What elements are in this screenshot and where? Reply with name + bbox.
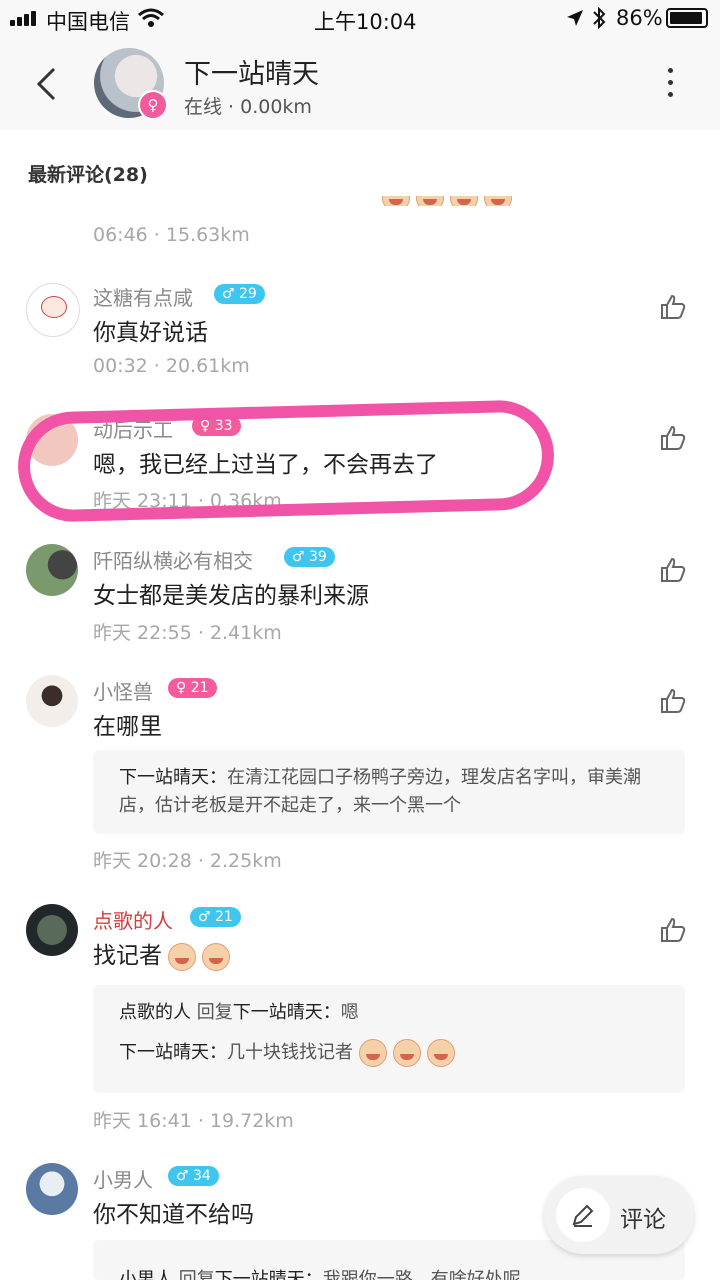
laugh-cry-emoji-icon: [393, 1039, 421, 1067]
status-bar: 中国电信 上午10:04 86%: [0, 0, 720, 40]
page-title: 下一站晴天: [184, 59, 319, 90]
back-button[interactable]: [34, 65, 58, 109]
location-arrow-icon: [567, 10, 583, 26]
thumbs-up-icon[interactable]: [660, 557, 686, 583]
avatar[interactable]: [26, 1163, 78, 1215]
commenter-name[interactable]: 小怪兽: [93, 676, 153, 705]
comment-text: 你不知道不给吗: [93, 1202, 254, 1228]
section-title: 最新评论(28): [28, 164, 148, 186]
smile-emoji-icon: [427, 1039, 455, 1067]
commenter-name[interactable]: 阡陌纵横必有相交: [93, 545, 253, 574]
emoji-row-partial: [376, 196, 516, 206]
reply-text: 我跟你一路，有啥好处呢: [322, 1269, 521, 1280]
reply-target[interactable]: 下一站晴天：: [233, 1002, 341, 1023]
wifi-icon: [138, 8, 164, 27]
gender-age-badge: ♀ 21: [168, 678, 217, 698]
chat-header: ♀ 下一站晴天 在线 · 0.00km: [0, 40, 720, 130]
gender-age-badge: ♂ 34: [168, 1166, 219, 1186]
battery-percent: 86%: [616, 6, 663, 30]
gender-age-badge: ♂ 29: [214, 284, 265, 304]
comment-meta: 00:32 · 20.61km: [93, 355, 250, 377]
signal-icon: [10, 10, 40, 26]
commenter-name[interactable]: 这糖有点咸: [93, 282, 193, 311]
comment-text: 女士都是美发店的暴利来源: [93, 583, 369, 609]
carrier-name: 中国电信: [46, 10, 130, 34]
highlight-annotation: [16, 399, 556, 523]
reply-box[interactable]: 下一站晴天：在清江花园口子杨鸭子旁边，理发店名字叫，审美潮店，估计老板是开不起走…: [93, 750, 685, 834]
avatar[interactable]: [26, 544, 78, 596]
comment-text: 你真好说话: [93, 320, 208, 346]
avatar[interactable]: [26, 904, 78, 956]
comment-meta: 昨天 20:28 · 2.25km: [93, 850, 282, 872]
comment-meta: 06:46 · 15.63km: [93, 224, 250, 246]
reply-author[interactable]: 下一站晴天：: [119, 1042, 227, 1063]
thumbs-up-icon[interactable]: [660, 425, 686, 451]
gender-age-badge: ♂ 39: [284, 547, 335, 567]
fab-icon-circle: [556, 1188, 610, 1242]
reply-verb: 回复: [173, 1269, 215, 1280]
reply-target[interactable]: 下一站晴天：: [215, 1269, 323, 1280]
comment-text-value: 找记者: [93, 943, 162, 969]
thumbs-up-icon[interactable]: [660, 294, 686, 320]
comment-text: 找记者: [93, 936, 230, 971]
more-vertical-icon[interactable]: [668, 68, 676, 104]
thumbs-up-icon[interactable]: [660, 917, 686, 943]
gender-age-badge: ♂ 21: [190, 907, 241, 927]
comment-button-label: 评论: [620, 1207, 666, 1233]
reply-author[interactable]: 小男人: [119, 1269, 173, 1280]
avatar[interactable]: [26, 675, 78, 727]
commenter-name[interactable]: 点歌的人: [93, 905, 173, 934]
laugh-cry-emoji-icon: [359, 1039, 387, 1067]
reply-text: 嗯: [340, 1002, 359, 1023]
clock: 上午10:04: [314, 10, 417, 34]
bluetooth-icon: [593, 6, 606, 30]
reply-box[interactable]: 点歌的人 回复下一站晴天：嗯 下一站晴天：几十块钱找记者: [93, 985, 685, 1093]
comment-meta: 昨天 16:41 · 19.72km: [93, 1110, 294, 1132]
reply-author[interactable]: 下一站晴天：: [119, 767, 227, 788]
battery-icon: [666, 8, 708, 28]
comment-button[interactable]: 评论: [544, 1176, 694, 1254]
female-icon: ♀: [138, 90, 168, 120]
avatar[interactable]: [26, 283, 80, 337]
shy-emoji-icon: [168, 942, 196, 971]
chevron-left-icon: [36, 67, 56, 101]
comment-meta: 昨天 22:55 · 2.41km: [93, 622, 282, 644]
reply-author[interactable]: 点歌的人: [119, 1002, 191, 1023]
thumbs-up-icon[interactable]: [660, 688, 686, 714]
reply-verb: 回复: [191, 1002, 233, 1023]
reply-text: 几十块钱找记者: [227, 1042, 353, 1063]
commenter-name[interactable]: 小男人: [93, 1164, 153, 1193]
comment-text: 在哪里: [93, 714, 162, 740]
grin-emoji-icon: [202, 942, 230, 971]
pencil-icon: [572, 1204, 594, 1227]
online-status: 在线 · 0.00km: [184, 96, 312, 118]
